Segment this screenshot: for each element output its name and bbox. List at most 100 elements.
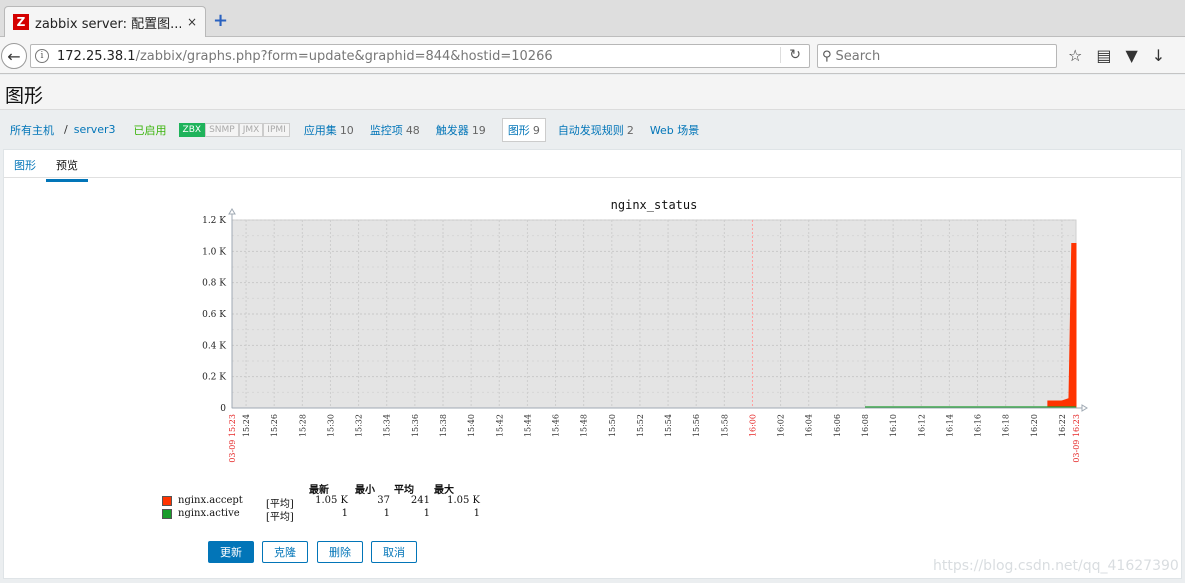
- y-tick-label: 1.0 K: [202, 247, 226, 257]
- browser-toolbar: ☆ ▤ ▼ ↓: [1068, 46, 1165, 65]
- y-tick-label: 0.2 K: [202, 373, 226, 383]
- zbx-availability-badge: ZBX: [178, 122, 206, 137]
- x-tick-label: 16:14: [945, 414, 954, 437]
- y-tick-label: 0.8 K: [202, 279, 226, 289]
- x-tick-label: 15:34: [383, 414, 392, 437]
- legend-header-3: 最大: [434, 485, 454, 496]
- x-tick-label: 16:02: [777, 414, 786, 437]
- watermark-text: https://blog.csdn.net/qq_41627390: [933, 558, 1179, 574]
- legend-value: 1.05 K: [447, 495, 480, 506]
- legend-value: 1: [341, 508, 348, 519]
- legend-header-1: 最小: [355, 485, 375, 496]
- y-tick-label: 0.6 K: [202, 310, 226, 320]
- x-tick-label: 15:32: [355, 414, 364, 437]
- y-tick-label: 0: [220, 404, 226, 414]
- x-tick-label: 15:44: [523, 414, 532, 437]
- hostnav-triggers[interactable]: 触发器 19: [436, 122, 486, 138]
- close-tab-icon[interactable]: ×: [187, 15, 197, 29]
- url-bar[interactable]: i 172.25.38.1/zabbix/graphs.php?form=upd…: [30, 44, 810, 68]
- legend-series-name: nginx.accept: [178, 495, 243, 506]
- legend-value: 1.05 K: [315, 495, 348, 506]
- host-navigation: 所有主机 / server3 已启用 ZBX SNMP JMX IPMI 应用集…: [0, 111, 1185, 148]
- hostnav-graphs[interactable]: 图形 9: [501, 117, 546, 142]
- legend-value: 37: [377, 495, 390, 506]
- x-tick-label: 16:20: [1030, 414, 1039, 437]
- search-placeholder: Search: [835, 48, 881, 64]
- x-tick-label: 15:56: [692, 414, 701, 437]
- x-tick-label: 15:30: [326, 414, 335, 437]
- jmx-availability-badge: JMX: [238, 122, 264, 137]
- download-icon[interactable]: ↓: [1152, 46, 1165, 65]
- legend-value: 1: [473, 508, 480, 519]
- hostnav-applications[interactable]: 应用集 10: [304, 122, 354, 138]
- content-panel: 图形 预览 nginx_status 1.2 K 1.0 K 0.8 K 0.6 K 0.…: [3, 149, 1182, 579]
- legend-header-row: 最新 最小 平均 最大: [162, 481, 502, 496]
- legend-function: [平均]: [266, 512, 294, 523]
- update-button[interactable]: 更新: [208, 541, 254, 563]
- reading-list-icon[interactable]: ▤: [1096, 46, 1111, 65]
- x-tick-label: 15:52: [636, 414, 645, 437]
- x-tick-label: 16:06: [833, 414, 842, 437]
- y-tick-label: 1.2 K: [202, 216, 226, 226]
- availability-badges: ZBX SNMP JMX IPMI: [178, 122, 290, 137]
- x-tick-label: 16:16: [974, 414, 983, 437]
- pocket-icon[interactable]: ▼: [1125, 46, 1137, 65]
- hostnav-items[interactable]: 监控项 48: [370, 122, 420, 138]
- x-tick-label: 16:00: [748, 414, 757, 437]
- zabbix-favicon-icon: Z: [13, 14, 29, 30]
- hostnav-discovery-rules[interactable]: 自动发现规则 2: [558, 122, 634, 138]
- page-title: 图形: [5, 85, 44, 107]
- x-tick-label: 16:12: [917, 414, 926, 437]
- bookmark-star-icon[interactable]: ☆: [1068, 46, 1082, 65]
- url-host: 172.25.38.1: [57, 48, 136, 64]
- snmp-availability-badge: SNMP: [205, 122, 239, 137]
- x-tick-label: 15:42: [495, 414, 504, 437]
- legend-value: 241: [410, 495, 430, 506]
- new-tab-icon[interactable]: +: [213, 12, 228, 30]
- legend-color-swatch: [162, 496, 172, 506]
- x-tick-label: 16:08: [861, 414, 870, 437]
- legend-value: 1: [383, 508, 390, 519]
- host-status-enabled[interactable]: 已启用: [134, 122, 167, 138]
- url-path: /zabbix/graphs.php?form=update&graphid=8…: [135, 48, 553, 64]
- x-tick-label: 16:18: [1002, 414, 1011, 437]
- x-axis-arrow: [1081, 404, 1088, 412]
- x-tick-label: 03-09 16:23: [1072, 414, 1081, 463]
- browser-nav-bar: ← i 172.25.38.1/zabbix/graphs.php?form=u…: [0, 37, 1185, 74]
- info-icon[interactable]: i: [35, 49, 49, 63]
- chart-title: nginx_status: [611, 198, 698, 212]
- x-tick-label: 16:22: [1058, 414, 1067, 437]
- search-input[interactable]: ⚲ Search: [817, 44, 1057, 68]
- ipmi-availability-badge: IPMI: [263, 122, 290, 137]
- browser-tab[interactable]: Z zabbix server: 配置图... ×: [4, 6, 206, 37]
- x-tick-label: 15:54: [664, 414, 673, 437]
- x-tick-label: 15:24: [242, 414, 251, 437]
- legend-row: nginx.accept [平均] 1.05 K 37 241 1.05 K: [162, 495, 502, 510]
- x-tick-label: 15:46: [552, 414, 561, 437]
- breadcrumb-separator: /: [64, 123, 68, 136]
- x-tick-label: 15:48: [580, 414, 589, 437]
- host-link[interactable]: server3: [74, 123, 116, 136]
- x-tick-label: 15:40: [467, 414, 476, 437]
- x-tick-label: 15:58: [720, 414, 729, 437]
- legend-row: nginx.active [平均] 1 1 1 1: [162, 508, 502, 523]
- x-tick-label: 03-09 15:23: [228, 414, 237, 463]
- tab-title: zabbix server: 配置图...: [35, 16, 181, 32]
- delete-button[interactable]: 删除: [317, 541, 363, 563]
- x-tick-label: 15:50: [608, 414, 617, 437]
- x-tick-label: 15:36: [411, 414, 420, 437]
- clone-button[interactable]: 克隆: [262, 541, 308, 563]
- legend-color-swatch: [162, 509, 172, 519]
- y-tick-label: 0.4 K: [202, 341, 226, 351]
- legend-header-2: 平均: [394, 485, 414, 496]
- legend-value: 1: [423, 508, 430, 519]
- cancel-button[interactable]: 取消: [371, 541, 417, 563]
- hostnav-web-scenarios[interactable]: Web 场景: [650, 122, 699, 138]
- reload-icon[interactable]: ↻: [780, 47, 801, 63]
- graph-preview-chart: nginx_status 1.2 K 1.0 K 0.8 K 0.6 K 0.4 K 0.2…: [202, 198, 1088, 463]
- back-arrow-icon[interactable]: ←: [1, 43, 27, 69]
- y-axis-arrow: [228, 208, 236, 215]
- x-tick-label: 15:38: [439, 414, 448, 437]
- all-hosts-link[interactable]: 所有主机: [10, 122, 54, 138]
- x-tick-label: 15:28: [298, 414, 307, 437]
